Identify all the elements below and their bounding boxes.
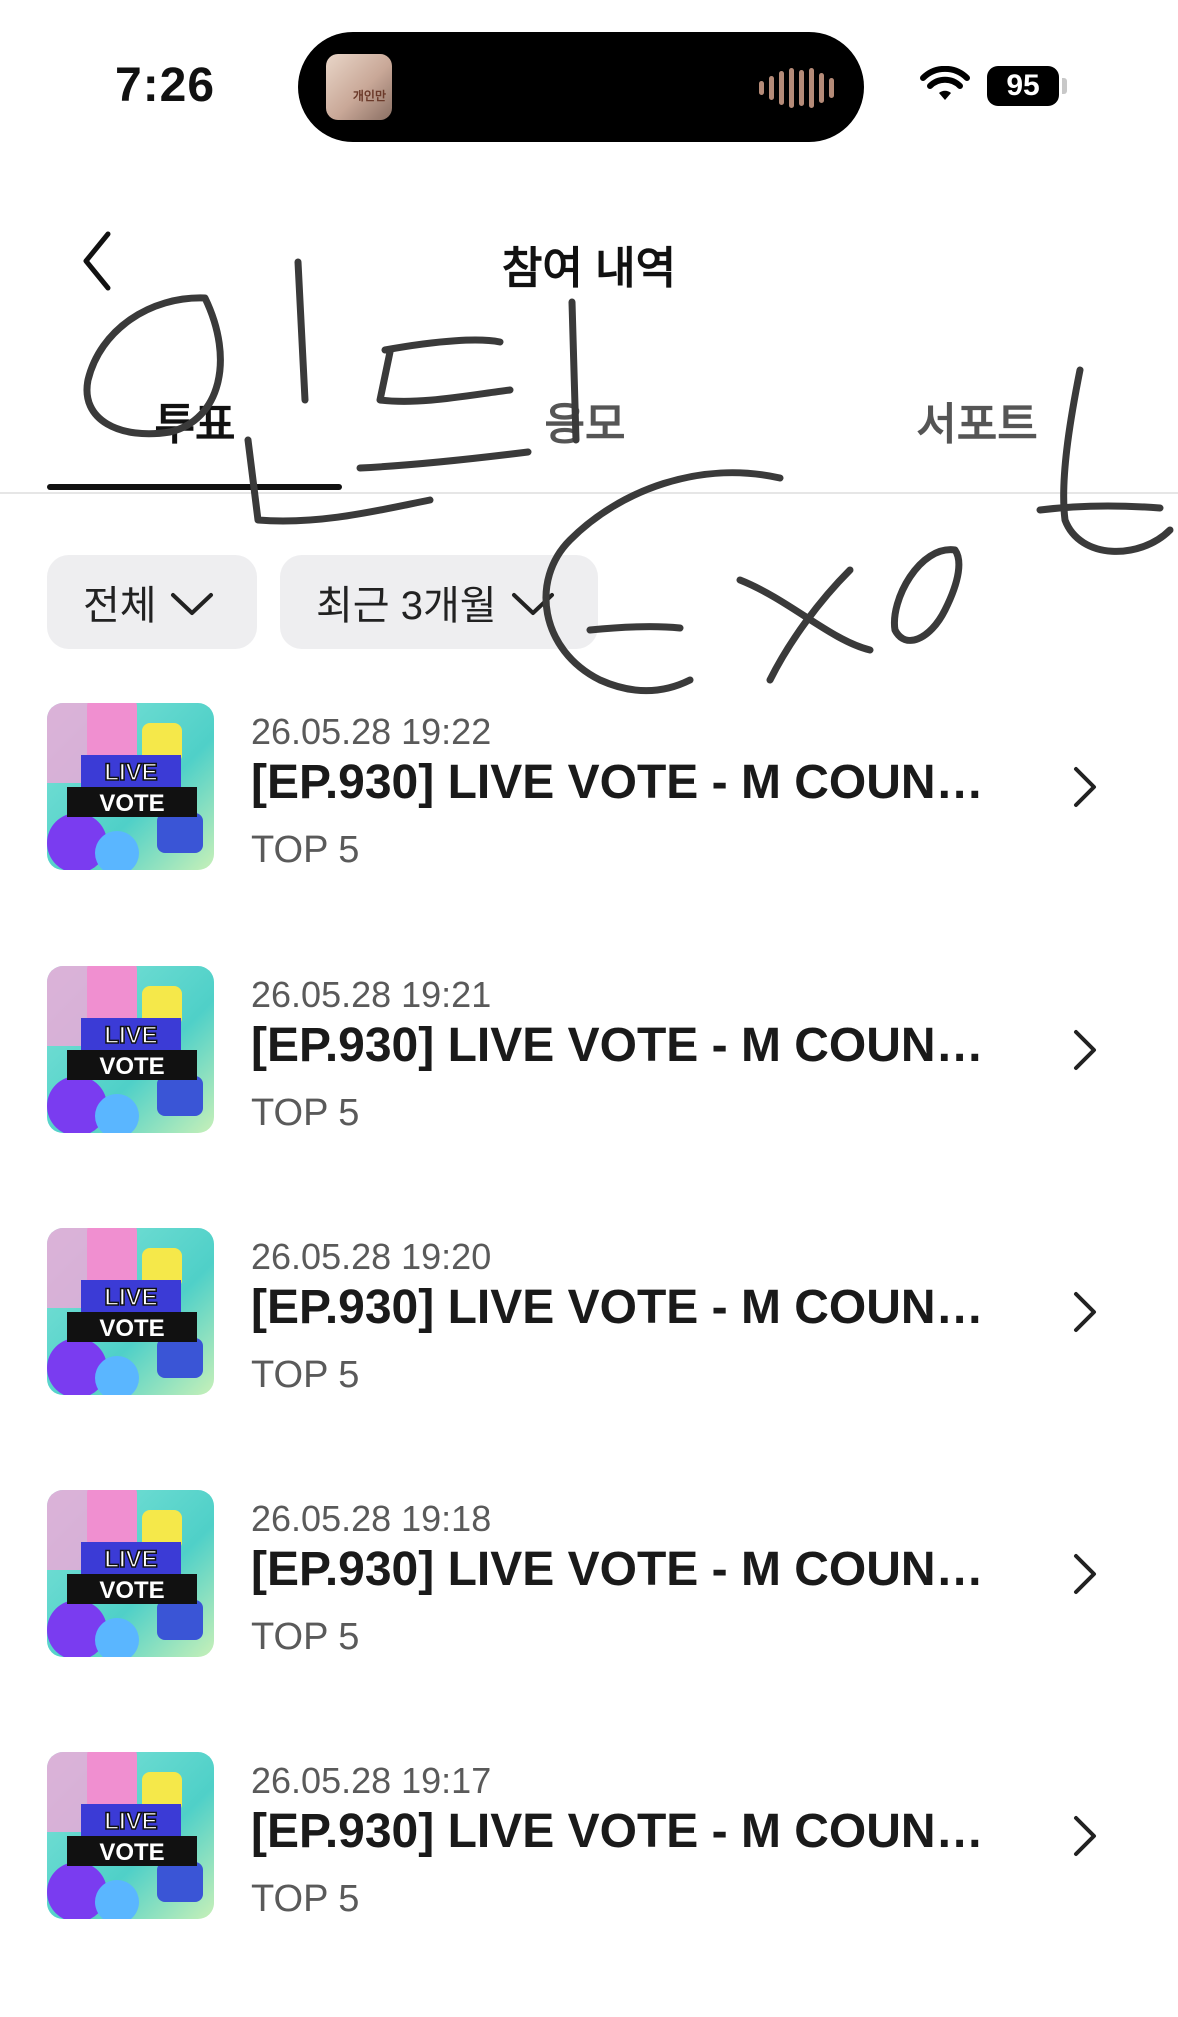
- chevron-right-icon: [1074, 1030, 1096, 1070]
- svg-text:LIVE: LIVE: [104, 1546, 157, 1573]
- item-date: 26.05.28 19:22: [251, 711, 492, 752]
- item-title: [EP.930] LIVE VOTE - M COUNTDOWN: [251, 1281, 1011, 1334]
- svg-text:VOTE: VOTE: [99, 790, 164, 817]
- chevron-right-icon: [1074, 1816, 1096, 1856]
- dynamic-island[interactable]: 개인만: [298, 32, 864, 142]
- list-item[interactable]: LIVE VOTE 26.05.28 19:20 [EP.930] LIVE VO…: [0, 1228, 1178, 1428]
- svg-text:VOTE: VOTE: [99, 1053, 164, 1080]
- tab-entry[interactable]: 응모: [435, 388, 735, 452]
- chevron-right-icon: [1074, 767, 1096, 807]
- item-date: 26.05.28 19:21: [251, 974, 492, 1015]
- svg-text:LIVE: LIVE: [104, 1284, 157, 1311]
- battery-indicator: 95: [987, 66, 1059, 106]
- item-subtitle: TOP 5: [251, 1616, 360, 1658]
- live-vote-thumbnail: LIVE VOTE: [47, 1752, 214, 1919]
- svg-text:LIVE: LIVE: [104, 1022, 157, 1049]
- tab-support[interactable]: 서포트: [827, 388, 1127, 452]
- period-filter-label: 최근 3개월: [316, 584, 497, 628]
- wifi-icon: [920, 66, 970, 100]
- live-vote-artwork: LIVE VOTE: [47, 966, 214, 1133]
- item-title: [EP.930] LIVE VOTE - M COUNTDOWN: [251, 756, 1011, 809]
- active-tab-indicator: [47, 484, 342, 490]
- status-time: 7:26: [115, 59, 216, 112]
- live-vote-artwork: LIVE VOTE: [47, 703, 214, 870]
- list-item[interactable]: LIVE VOTE 26.05.28 19:22 [EP.930] LIVE VO…: [0, 703, 1178, 903]
- item-subtitle: TOP 5: [251, 1092, 360, 1134]
- item-title: [EP.930] LIVE VOTE - M COUNTDOWN: [251, 1805, 1011, 1858]
- live-vote-thumbnail: LIVE VOTE: [47, 1490, 214, 1657]
- item-date: 26.05.28 19:20: [251, 1236, 492, 1277]
- page-title: 참여 내역: [501, 244, 677, 293]
- chevron-down-icon: [512, 593, 554, 615]
- svg-text:VOTE: VOTE: [99, 1839, 164, 1866]
- audio-waveform-icon: [759, 68, 834, 108]
- list-item[interactable]: LIVE VOTE 26.05.28 19:17 [EP.930] LIVE VO…: [0, 1752, 1178, 1952]
- battery-tip: [1062, 78, 1067, 94]
- chevron-down-icon: [171, 593, 213, 615]
- svg-text:LIVE: LIVE: [104, 759, 157, 786]
- live-vote-thumbnail: LIVE VOTE: [47, 966, 214, 1133]
- item-title: [EP.930] LIVE VOTE - M COUNTDOWN: [251, 1543, 1011, 1596]
- item-date: 26.05.28 19:18: [251, 1498, 492, 1539]
- svg-text:LIVE: LIVE: [104, 1808, 157, 1835]
- svg-text:VOTE: VOTE: [99, 1315, 164, 1342]
- status-bar: 7:26 개인만 95: [0, 0, 1178, 150]
- live-vote-thumbnail: LIVE VOTE: [47, 703, 214, 870]
- live-vote-artwork: LIVE VOTE: [47, 1490, 214, 1657]
- tab-bar: 투표 응모 서포트: [0, 380, 1178, 494]
- item-date: 26.05.28 19:17: [251, 1760, 492, 1801]
- list-item[interactable]: LIVE VOTE 26.05.28 19:21 [EP.930] LIVE VO…: [0, 966, 1178, 1166]
- now-playing-artwork: 개인만: [326, 54, 392, 120]
- tab-vote[interactable]: 투표: [45, 388, 345, 452]
- chevron-right-icon: [1074, 1292, 1096, 1332]
- list-item[interactable]: LIVE VOTE 26.05.28 19:18 [EP.930] LIVE VO…: [0, 1490, 1178, 1690]
- item-subtitle: TOP 5: [251, 829, 360, 871]
- svg-text:VOTE: VOTE: [99, 1577, 164, 1604]
- item-subtitle: TOP 5: [251, 1878, 360, 1920]
- live-vote-artwork: LIVE VOTE: [47, 1228, 214, 1395]
- live-vote-thumbnail: LIVE VOTE: [47, 1228, 214, 1395]
- item-subtitle: TOP 5: [251, 1354, 360, 1396]
- period-filter-dropdown[interactable]: 최근 3개월: [280, 555, 598, 649]
- chevron-right-icon: [1074, 1554, 1096, 1594]
- category-filter-label: 전체: [83, 584, 157, 628]
- category-filter-dropdown[interactable]: 전체: [47, 555, 257, 649]
- item-title: [EP.930] LIVE VOTE - M COUNTDOWN: [251, 1019, 1011, 1072]
- live-vote-artwork: LIVE VOTE: [47, 1752, 214, 1919]
